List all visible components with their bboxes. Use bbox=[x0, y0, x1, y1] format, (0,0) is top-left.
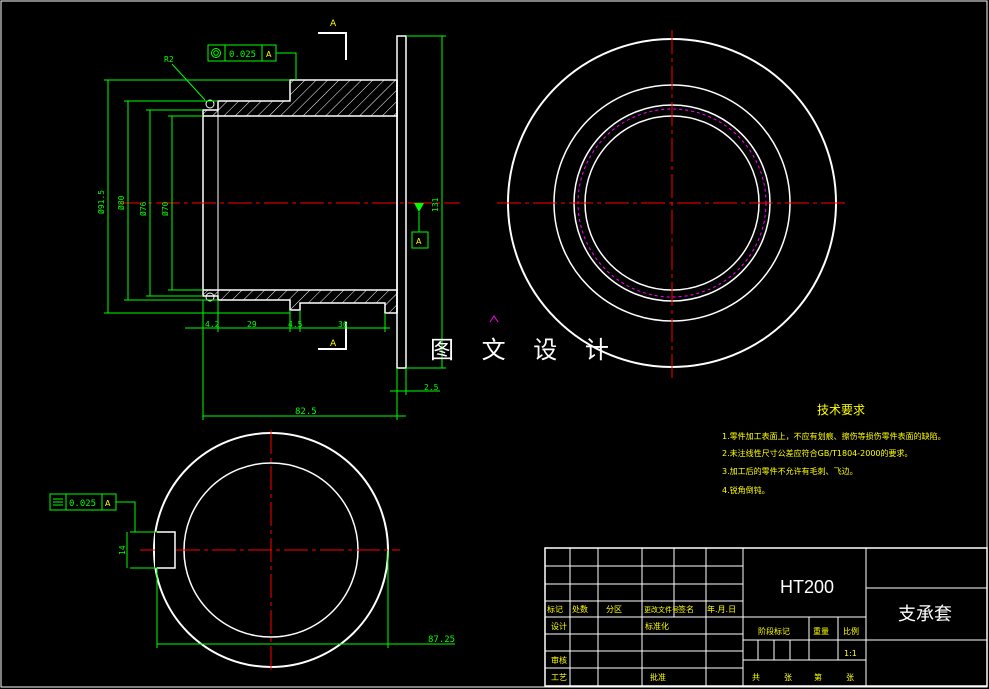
tb-stage-mark: 阶段标记 bbox=[758, 626, 790, 636]
cursor-icon bbox=[489, 315, 499, 323]
dim-4-5: 4.5 bbox=[288, 320, 303, 329]
tol-top-value: 0.025 bbox=[229, 50, 256, 60]
tb-sheet-total-suffix: 张 bbox=[784, 673, 792, 682]
section-marker-top bbox=[318, 32, 347, 60]
section-view: A A R2 0.025 A Ø91.5 Ø80 Ø76 Ø70 131 A 4… bbox=[96, 19, 460, 420]
dim-d80: Ø80 bbox=[116, 195, 126, 210]
tb-scale-value: 1:1 bbox=[844, 649, 857, 658]
dim-36: 36 bbox=[338, 320, 348, 329]
requirement-item-2: 2.未注线性尺寸公差应符合GB/T1804-2000的要求。 bbox=[722, 448, 913, 458]
tb-sheet-no-prefix: 第 bbox=[814, 672, 822, 682]
requirement-item-3: 3.加工后的零件不允许有毛刺、飞边。 bbox=[722, 466, 858, 476]
tol-bottom-datum: A bbox=[105, 499, 111, 508]
flange-outline bbox=[396, 35, 407, 369]
tb-review: 审核 bbox=[551, 655, 567, 665]
tb-weight: 重量 bbox=[813, 626, 829, 636]
tb-sheet-no-suffix: 张 bbox=[846, 673, 854, 682]
dim-82-5: 82.5 bbox=[295, 407, 317, 417]
dim-14: 14 bbox=[118, 545, 127, 555]
tb-label-sign: 签名 bbox=[678, 604, 694, 614]
tb-standardize: 标准化 bbox=[645, 621, 669, 631]
tol-bottom-value: 0.025 bbox=[69, 499, 96, 509]
technical-requirements: 技术要求 1.零件加工表面上，不应有划痕、擦伤等损伤零件表面的缺陷。 2.未注线… bbox=[722, 403, 946, 495]
tb-label-date: 年.月.日 bbox=[707, 604, 736, 614]
tb-material: HT200 bbox=[780, 577, 834, 597]
title-block-text: 标记 处数 分区 更改文件号 签名 年.月.日 设计 标准化 审核 工艺 批准 … bbox=[547, 577, 952, 682]
tb-part-name: 支承套 bbox=[898, 604, 952, 625]
dim-r2: R2 bbox=[164, 55, 174, 64]
tb-label-mark: 标记 bbox=[547, 604, 563, 614]
datum-letter: A bbox=[416, 237, 422, 246]
dim-2-5: 2.5 bbox=[424, 383, 439, 392]
watermark-text: 图 文 设 计 bbox=[430, 336, 619, 364]
tb-process: 工艺 bbox=[551, 673, 567, 682]
tb-ratio: 比例 bbox=[843, 626, 859, 636]
dim-131: 131 bbox=[431, 197, 440, 212]
tb-label-change-doc: 更改文件号 bbox=[644, 605, 679, 614]
dim-4-2: 4.2 bbox=[205, 320, 220, 329]
datum-triangle bbox=[414, 203, 424, 212]
dim-29: 29 bbox=[247, 320, 257, 329]
dim-d76: Ø76 bbox=[138, 201, 148, 216]
dim-d70: Ø70 bbox=[160, 201, 170, 216]
requirements-title: 技术要求 bbox=[817, 403, 865, 417]
tb-label-count: 处数 bbox=[572, 604, 588, 614]
tb-label-zone: 分区 bbox=[606, 605, 622, 614]
tb-approve: 批准 bbox=[650, 672, 666, 682]
dim-87-25: 87.25 bbox=[428, 635, 455, 645]
upper-wall-section bbox=[202, 79, 398, 117]
lower-wall-section bbox=[202, 289, 398, 314]
dim-d91-5: Ø91.5 bbox=[96, 190, 106, 214]
section-label-top: A bbox=[330, 19, 337, 29]
section-label-bottom: A bbox=[330, 339, 337, 349]
tol-top-datum: A bbox=[266, 50, 272, 59]
bottom-view: 0.025 A 14 87.25 bbox=[49, 430, 455, 670]
end-view bbox=[497, 30, 847, 378]
requirement-item-1: 1.零件加工表面上，不应有划痕、擦伤等损伤零件表面的缺陷。 bbox=[722, 431, 946, 441]
tb-design: 设计 bbox=[551, 621, 567, 631]
tb-sheet-total-prefix: 共 bbox=[752, 673, 760, 682]
requirement-item-4: 4.锐角倒钝。 bbox=[722, 485, 770, 495]
